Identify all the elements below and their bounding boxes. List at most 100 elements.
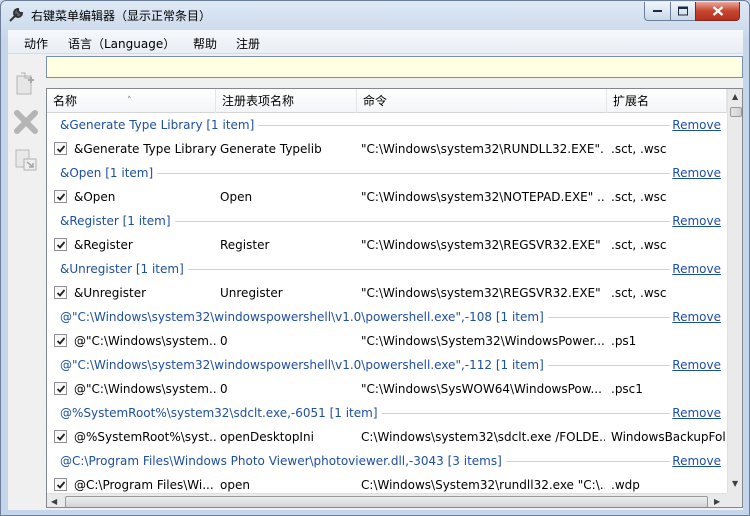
list-item[interactable]: @C:\Program Files\Wi... open C:\Windows\…	[47, 473, 727, 493]
minimize-button[interactable]	[644, 2, 671, 21]
column-header-command[interactable]: 命令	[357, 89, 607, 113]
item-name: &Register	[74, 238, 133, 252]
menu-bar: 动作 语言（Language） 帮助 注册	[8, 30, 743, 54]
item-registry-key: Generate Typelib	[220, 142, 322, 156]
item-name: &Unregister	[74, 286, 147, 300]
item-command: C:\Windows\system32\sdclt.exe /FOLDE...	[361, 430, 605, 444]
group-remove-link[interactable]: Remove	[670, 358, 721, 372]
group-remove-link[interactable]: Remove	[670, 118, 721, 132]
scroll-up-icon[interactable]: ▲	[732, 92, 738, 101]
item-command: "C:\Windows\system32\NOTEPAD.EXE" ...	[361, 190, 605, 204]
horizontal-scroll-thumb[interactable]	[65, 496, 708, 507]
checkmark-icon	[56, 289, 66, 297]
column-header-name[interactable]: 名称 ˄	[47, 89, 216, 113]
item-checkbox[interactable]	[54, 238, 67, 251]
group-title: @"C:\Windows\system32\windowspowershell\…	[60, 358, 548, 372]
window-title: 右键菜单编辑器（显示正常条目）	[31, 9, 212, 23]
item-extension: .ps1	[611, 334, 637, 348]
item-checkbox[interactable]	[54, 190, 67, 203]
side-toolbar	[8, 54, 44, 510]
group-header: @"C:\Windows\system32\windowspowershell\…	[47, 353, 727, 377]
group-remove-link[interactable]: Remove	[670, 214, 721, 228]
group-remove-link[interactable]: Remove	[670, 454, 721, 468]
list-item[interactable]: &Unregister Unregister "C:\Windows\syste…	[47, 281, 727, 305]
menu-register[interactable]: 注册	[236, 35, 260, 52]
delete-button[interactable]	[12, 108, 40, 136]
item-registry-key: Unregister	[220, 286, 283, 300]
item-name: @C:\Program Files\Wi...	[74, 478, 214, 492]
add-item-button[interactable]	[12, 70, 40, 98]
group-remove-link[interactable]: Remove	[670, 262, 721, 276]
client-area: 动作 语言（Language） 帮助 注册 名称 ˄ 注册表项名称 命令 扩展名…	[8, 30, 743, 510]
list-item[interactable]: @%SystemRoot%\syst... openDesktopIni C:\…	[47, 425, 727, 449]
vertical-scroll-thumb[interactable]	[730, 107, 742, 117]
item-name: @"C:\Windows\system...	[74, 382, 218, 396]
scroll-right-icon[interactable]: ▶	[714, 497, 720, 506]
item-checkbox[interactable]	[54, 430, 67, 443]
item-checkbox[interactable]	[54, 382, 67, 395]
list-body: &Generate Type Library [1 item] Remove &…	[47, 113, 727, 493]
checkmark-icon	[56, 481, 66, 489]
wrench-icon	[8, 7, 24, 23]
group-remove-link[interactable]: Remove	[670, 166, 721, 180]
item-registry-key: open	[220, 478, 250, 492]
list-item[interactable]: &Open Open "C:\Windows\system32\NOTEPAD.…	[47, 185, 727, 209]
scroll-down-icon[interactable]: ▼	[732, 479, 738, 488]
scrollbar-corner	[727, 493, 742, 507]
column-header-registry-key[interactable]: 注册表项名称	[216, 89, 357, 113]
checkmark-icon	[56, 337, 66, 345]
column-header-extension[interactable]: 扩展名	[607, 89, 727, 113]
item-name: @"C:\Windows\system...	[74, 334, 218, 348]
add-item-icon	[16, 72, 34, 95]
export-icon	[15, 149, 37, 171]
minimize-icon	[652, 10, 662, 12]
group-header: @"C:\Windows\system32\windowspowershell\…	[47, 305, 727, 329]
item-checkbox[interactable]	[54, 478, 67, 491]
item-name: &Generate Type Library	[74, 142, 217, 156]
vertical-scrollbar[interactable]: ▲ ▼	[727, 89, 742, 493]
export-button[interactable]	[12, 146, 40, 174]
item-extension: WindowsBackupFol	[611, 430, 726, 444]
group-title: @C:\Program Files\Windows Photo Viewer\p…	[60, 454, 506, 468]
list-item[interactable]: @"C:\Windows\system... 0 "C:\Windows\Sys…	[47, 377, 727, 401]
path-input[interactable]	[46, 56, 743, 78]
menu-items-list[interactable]: 名称 ˄ 注册表项名称 命令 扩展名 &Generate Type Library…	[46, 88, 743, 508]
item-extension: .psc1	[611, 382, 643, 396]
menu-help[interactable]: 帮助	[193, 35, 217, 52]
group-header: &Unregister [1 item] Remove	[47, 257, 727, 281]
item-extension: .sct, .wsc	[611, 142, 667, 156]
checkmark-icon	[56, 385, 66, 393]
group-header: @C:\Program Files\Windows Photo Viewer\p…	[47, 449, 727, 473]
list-item[interactable]: &Generate Type Library Generate Typelib …	[47, 137, 727, 161]
menu-action[interactable]: 动作	[24, 35, 48, 52]
item-registry-key: Register	[220, 238, 270, 252]
item-command: "C:\Windows\system32\REGSVR32.EXE" ...	[361, 286, 605, 300]
maximize-button[interactable]	[670, 2, 696, 21]
group-remove-link[interactable]: Remove	[670, 310, 721, 324]
group-title: &Open [1 item]	[60, 166, 158, 180]
item-command: "C:\Windows\system32\RUNDLL32.EXE"...	[361, 142, 605, 156]
group-remove-link[interactable]: Remove	[670, 406, 721, 420]
title-bar[interactable]: 右键菜单编辑器（显示正常条目）	[1, 1, 749, 29]
item-checkbox[interactable]	[54, 142, 67, 155]
menu-language[interactable]: 语言（Language）	[68, 35, 175, 52]
item-checkbox[interactable]	[54, 286, 67, 299]
list-item[interactable]: @"C:\Windows\system... 0 "C:\Windows\Sys…	[47, 329, 727, 353]
group-title: &Register [1 item]	[60, 214, 175, 228]
item-extension: .sct, .wsc	[611, 238, 667, 252]
app-window: 右键菜单编辑器（显示正常条目） 动作 语言（Language） 帮助 注册 名称…	[0, 0, 750, 516]
close-button[interactable]	[695, 2, 740, 21]
group-title: @%SystemRoot%\system32\sdclt.exe,-6051 […	[60, 406, 382, 420]
item-checkbox[interactable]	[54, 334, 67, 347]
scroll-left-icon[interactable]: ◀	[51, 497, 57, 506]
item-extension: .wdp	[611, 478, 640, 492]
group-header: &Register [1 item] Remove	[47, 209, 727, 233]
item-extension: .sct, .wsc	[611, 286, 667, 300]
list-item[interactable]: &Register Register "C:\Windows\system32\…	[47, 233, 727, 257]
group-header: &Open [1 item] Remove	[47, 161, 727, 185]
checkmark-icon	[56, 193, 66, 201]
item-registry-key: openDesktopIni	[220, 430, 314, 444]
list-header: 名称 ˄ 注册表项名称 命令 扩展名	[47, 89, 727, 113]
item-command: "C:\Windows\SysWOW64\WindowsPow...	[361, 382, 602, 396]
horizontal-scrollbar[interactable]: ◀ ▶	[47, 493, 727, 507]
